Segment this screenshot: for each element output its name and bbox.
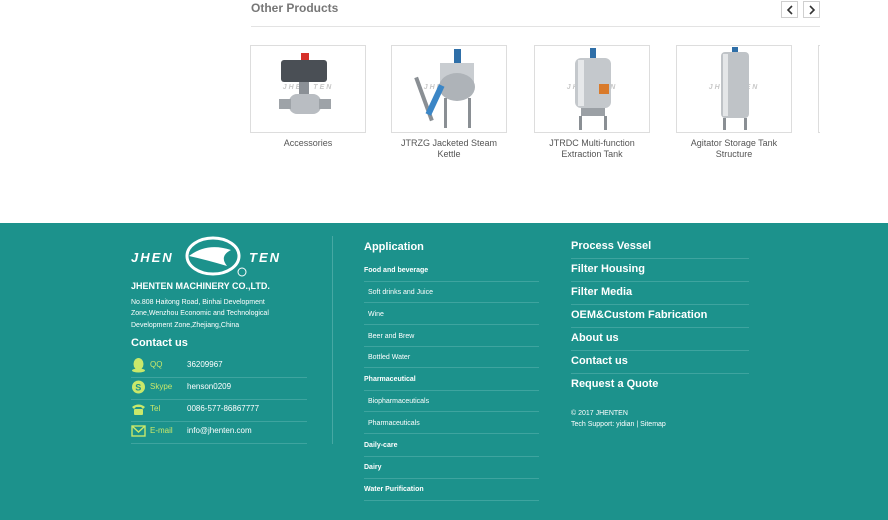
phone-icon — [132, 404, 145, 415]
tech-support-links[interactable]: Tech Support: yidian | Sitemap — [571, 419, 666, 430]
application-link[interactable]: Beer and Brew — [364, 326, 539, 347]
mail-icon — [131, 425, 146, 437]
svg-text:S: S — [135, 383, 141, 393]
application-link[interactable]: Wine — [364, 304, 539, 325]
application-link[interactable]: Dairy — [364, 457, 539, 479]
copyright-block: © 2017 JHENTEN Tech Support: yidian | Si… — [571, 408, 666, 430]
application-link[interactable]: Bottled Water — [364, 347, 539, 368]
application-link[interactable]: Soft drinks and Juice — [364, 282, 539, 303]
product-card[interactable]: JHEN TEN JTRZG Jacketed Steam Kettle — [391, 45, 507, 160]
footer-menu-item[interactable]: Contact us — [571, 351, 749, 374]
product-carousel: JHEN TEN Accessories JHEN TEN — [250, 45, 820, 175]
application-link[interactable]: Pharmaceutical — [364, 369, 539, 391]
product-image[interactable]: JHEN TEN — [676, 45, 792, 133]
product-caption[interactable]: JTRZG Jacketed Steam Kettle — [391, 138, 507, 160]
site-footer: JHEN TEN JHENTEN MACHINERY CO.,LTD. No.8… — [0, 223, 888, 520]
product-card[interactable]: JHEN TEN JTRDC Multi-function Extraction… — [534, 45, 650, 160]
application-link[interactable]: Daily-care — [364, 435, 539, 457]
product-card-partial[interactable] — [818, 45, 820, 133]
contact-heading: Contact us — [131, 337, 188, 349]
product-card[interactable]: JHEN TEN Agitator Storage Tank Structure — [676, 45, 792, 160]
skype-icon: S — [132, 380, 145, 394]
contact-value[interactable]: 36209967 — [187, 360, 223, 369]
footer-menu-item[interactable]: Filter Housing — [571, 259, 749, 282]
prev-button[interactable] — [781, 1, 798, 18]
product-image[interactable]: JHEN TEN — [250, 45, 366, 133]
product-caption[interactable]: JTRDC Multi-function Extraction Tank — [534, 138, 650, 160]
svg-text:JHEN: JHEN — [131, 250, 174, 265]
application-heading: Application — [364, 241, 424, 253]
product-image[interactable]: JHEN TEN — [534, 45, 650, 133]
product-image[interactable]: JHEN TEN — [391, 45, 507, 133]
footer-menu-item[interactable]: Request a Quote — [571, 374, 749, 396]
chevron-left-icon — [786, 5, 793, 15]
column-divider — [332, 236, 333, 444]
company-address: No.808 Haitong Road, Binhai Development … — [131, 299, 269, 329]
contact-label: E-mail — [150, 426, 173, 435]
chevron-right-icon — [809, 5, 816, 15]
product-caption[interactable]: Agitator Storage Tank Structure — [676, 138, 792, 160]
contact-value[interactable]: 0086-577-86867777 — [187, 404, 259, 413]
application-link[interactable]: Water Purification — [364, 479, 539, 501]
product-card[interactable]: JHEN TEN Accessories — [250, 45, 366, 149]
contact-label: Tel — [150, 404, 161, 413]
other-products-title: Other Products — [251, 1, 339, 15]
qq-icon — [132, 358, 145, 373]
copyright-text: © 2017 JHENTEN — [571, 410, 628, 417]
product-caption[interactable]: Accessories — [250, 138, 366, 149]
contact-row-skype: S Skype henson0209 — [131, 377, 307, 400]
company-name: JHENTEN MACHINERY CO.,LTD. — [131, 281, 270, 291]
next-button[interactable] — [803, 1, 820, 18]
footer-menu-item[interactable]: OEM&Custom Fabrication — [571, 305, 749, 328]
contact-label: QQ — [150, 360, 163, 369]
section-divider — [251, 26, 820, 27]
footer-menu-item[interactable]: Process Vessel — [571, 236, 749, 259]
svg-text:TEN: TEN — [249, 250, 281, 265]
contact-row-email: E-mail info@jhenten.com — [131, 421, 307, 444]
footer-menu-item[interactable]: Filter Media — [571, 282, 749, 305]
contact-value[interactable]: info@jhenten.com — [187, 426, 252, 435]
company-logo[interactable]: JHEN TEN — [131, 236, 291, 277]
application-link[interactable]: Food and beverage — [364, 260, 539, 282]
product-image[interactable] — [818, 45, 820, 133]
contact-row-qq: QQ 36209967 — [131, 355, 307, 378]
application-link[interactable]: Biopharmaceuticals — [364, 391, 539, 412]
contact-row-tel: Tel 0086-577-86867777 — [131, 399, 307, 422]
application-link[interactable]: Pharmaceuticals — [364, 413, 539, 434]
footer-menu-item[interactable]: About us — [571, 328, 749, 351]
contact-label: Skype — [150, 382, 173, 391]
contact-value[interactable]: henson0209 — [187, 382, 231, 391]
